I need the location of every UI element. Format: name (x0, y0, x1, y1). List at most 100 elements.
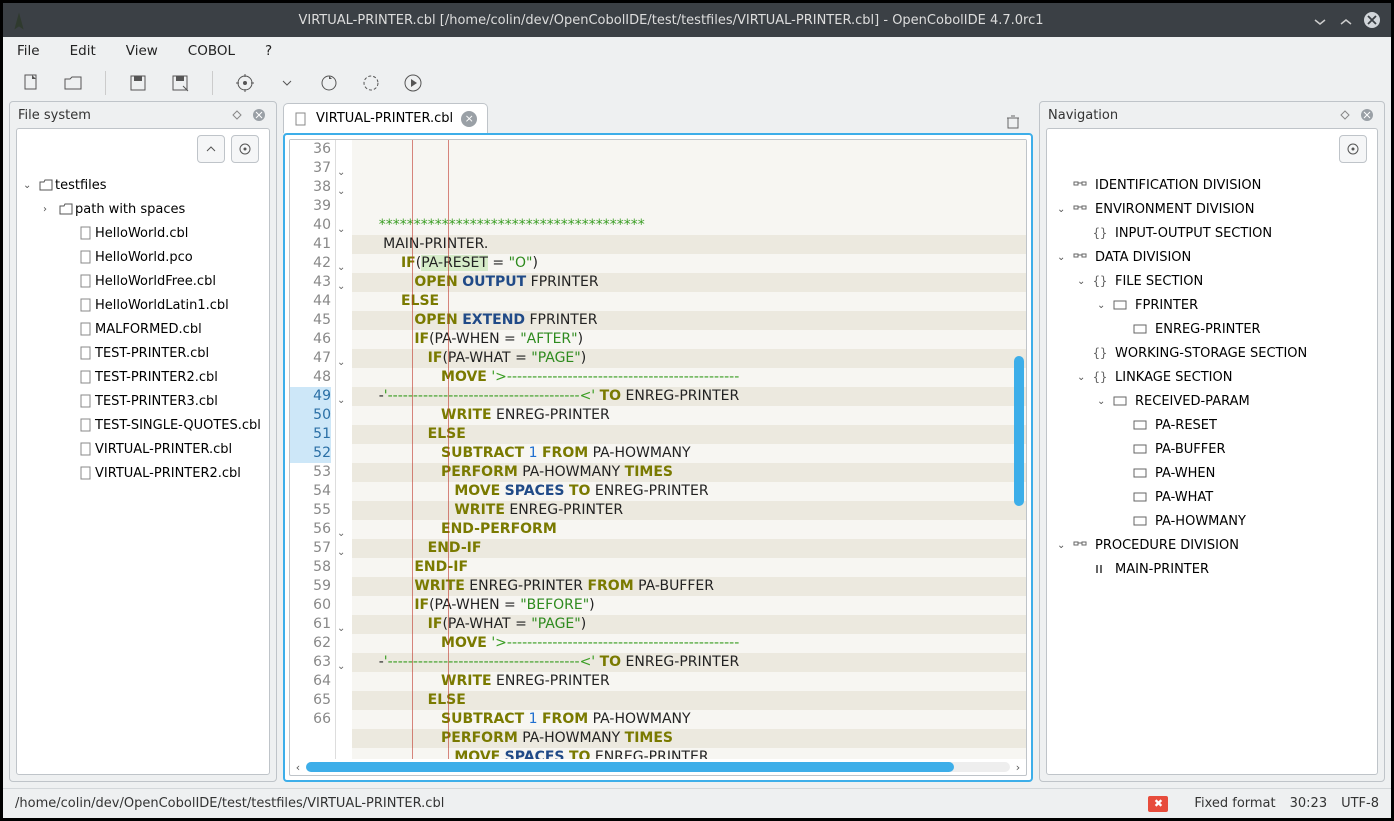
scrollbar-thumb[interactable] (1014, 356, 1024, 506)
tree-file[interactable]: MALFORMED.cbl (19, 317, 267, 341)
tree-file[interactable]: TEST-PRINTER3.cbl (19, 389, 267, 413)
chevron-down-icon[interactable]: ⌄ (1057, 204, 1071, 215)
horizontal-scrollbar[interactable]: ‹ › (290, 759, 1026, 775)
tree-file[interactable]: VIRTUAL-PRINTER2.cbl (19, 461, 267, 485)
chevron-down-icon[interactable]: ⌄ (1057, 540, 1071, 551)
nav-item[interactable]: PA-RESET (1049, 413, 1375, 437)
minimize-button[interactable] (1309, 9, 1331, 31)
code-editor[interactable]: 3637383940414243444546474849505152535455… (283, 133, 1033, 782)
panel-float-button[interactable] (228, 106, 246, 124)
fold-toggle-icon[interactable]: ⌄ (337, 524, 349, 536)
tree-file[interactable]: VIRTUAL-PRINTER.cbl (19, 437, 267, 461)
nav-item[interactable]: ⌄ PROCEDURE DIVISION (1049, 533, 1375, 557)
nav-item[interactable]: PA-HOWMANY (1049, 509, 1375, 533)
nav-item[interactable]: ⌄{}FILE SECTION (1049, 269, 1375, 293)
fold-toggle-icon[interactable]: ⌄ (337, 353, 349, 365)
clean-button[interactable] (359, 71, 383, 95)
editor-tab[interactable]: VIRTUAL-PRINTER.cbl × (283, 103, 488, 133)
tree-file[interactable]: TEST-PRINTER.cbl (19, 341, 267, 365)
nav-label: PROCEDURE DIVISION (1095, 538, 1239, 553)
run-button[interactable] (401, 71, 425, 95)
maximize-button[interactable] (1335, 9, 1357, 31)
chevron-down-icon[interactable]: ⌄ (1077, 372, 1091, 383)
tree-label: HelloWorldLatin1.cbl (95, 298, 229, 313)
file-icon (77, 298, 95, 312)
rebuild-button[interactable] (317, 71, 341, 95)
fold-column[interactable]: ⌄ ⌄ ⌄ ⌄ ⌄ ⌄ ⌄ ⌄ ⌄ ⌄ ⌄ (336, 140, 352, 759)
scroll-left-icon[interactable]: ‹ (290, 759, 306, 775)
panel-close-button[interactable] (1358, 106, 1376, 124)
file-icon (77, 346, 95, 360)
tree-file[interactable]: HelloWorldLatin1.cbl (19, 293, 267, 317)
fold-toggle-icon[interactable]: ⌄ (337, 163, 349, 175)
nav-item[interactable]: {}INPUT-OUTPUT SECTION (1049, 221, 1375, 245)
chevron-down-icon[interactable]: ⌄ (1057, 252, 1071, 263)
nav-label: WORKING-STORAGE SECTION (1115, 346, 1307, 361)
tree-file[interactable]: HelloWorld.pco (19, 245, 267, 269)
sync-target-button[interactable] (231, 135, 259, 163)
nav-kind-icon (1131, 492, 1149, 502)
nav-item[interactable]: ⌄DATA DIVISION (1049, 245, 1375, 269)
nav-item[interactable]: ⌄RECEIVED-PARAM (1049, 389, 1375, 413)
nav-item[interactable]: MAIN-PRINTER (1049, 557, 1375, 581)
nav-item[interactable]: ⌄FPRINTER (1049, 293, 1375, 317)
status-format[interactable]: Fixed format (1194, 796, 1275, 811)
status-encoding[interactable]: UTF-8 (1341, 796, 1379, 811)
code-content[interactable]: ************************************** M… (352, 140, 1026, 759)
file-tree[interactable]: ⌄ testfiles › path with spaces HelloWorl… (17, 169, 269, 489)
tree-file[interactable]: TEST-SINGLE-QUOTES.cbl (19, 413, 267, 437)
fold-toggle-icon[interactable]: ⌄ (337, 220, 349, 232)
save-button[interactable] (126, 71, 150, 95)
nav-item[interactable]: PA-BUFFER (1049, 437, 1375, 461)
file-icon (77, 274, 95, 288)
fold-toggle-icon[interactable]: ⌄ (337, 543, 349, 555)
tab-close-button[interactable]: × (461, 111, 477, 127)
nav-item[interactable]: PA-WHAT (1049, 485, 1375, 509)
tab-trash-button[interactable] (1001, 109, 1025, 133)
new-file-button[interactable] (19, 71, 43, 95)
menu-help[interactable]: ? (259, 41, 278, 61)
navigation-tree[interactable]: IDENTIFICATION DIVISION⌄ENVIRONMENT DIVI… (1047, 169, 1377, 585)
panel-close-button[interactable] (250, 106, 268, 124)
menu-cobol[interactable]: COBOL (182, 41, 241, 61)
file-icon (77, 394, 95, 408)
tree-folder[interactable]: › path with spaces (19, 197, 267, 221)
nav-item[interactable]: ENREG-PRINTER (1049, 317, 1375, 341)
menu-view[interactable]: View (120, 41, 164, 61)
nav-item[interactable]: ⌄{}LINKAGE SECTION (1049, 365, 1375, 389)
open-file-button[interactable] (61, 71, 85, 95)
collapse-up-button[interactable] (197, 135, 225, 163)
scrollbar-thumb[interactable] (306, 762, 954, 772)
tree-file[interactable]: TEST-PRINTER2.cbl (19, 365, 267, 389)
save-as-button[interactable] (168, 71, 192, 95)
fold-toggle-icon[interactable]: ⌄ (337, 277, 349, 289)
close-button[interactable] (1361, 9, 1383, 31)
chevron-down-icon[interactable]: ⌄ (1077, 276, 1091, 287)
build-dropdown[interactable] (275, 71, 299, 95)
fold-toggle-icon[interactable]: ⌄ (337, 258, 349, 270)
sync-target-button[interactable] (1339, 135, 1367, 163)
menu-file[interactable]: File (11, 41, 46, 61)
tree-file[interactable]: HelloWorld.cbl (19, 221, 267, 245)
vertical-scrollbar[interactable] (1014, 146, 1024, 739)
chevron-down-icon[interactable]: ⌄ (1097, 396, 1111, 407)
nav-item[interactable]: IDENTIFICATION DIVISION (1049, 173, 1375, 197)
fold-toggle-icon[interactable]: ⌄ (337, 391, 349, 403)
nav-item[interactable]: ⌄ENVIRONMENT DIVISION (1049, 197, 1375, 221)
tree-file[interactable]: HelloWorldFree.cbl (19, 269, 267, 293)
fold-toggle-icon[interactable]: ⌄ (337, 182, 349, 194)
scroll-right-icon[interactable]: › (1010, 759, 1026, 775)
fold-toggle-icon[interactable]: ⌄ (337, 657, 349, 669)
nav-item[interactable]: PA-WHEN (1049, 461, 1375, 485)
nav-item[interactable]: {}WORKING-STORAGE SECTION (1049, 341, 1375, 365)
toolbar (3, 65, 1391, 101)
tree-folder-root[interactable]: ⌄ testfiles (19, 173, 267, 197)
menu-edit[interactable]: Edit (64, 41, 102, 61)
panel-float-button[interactable] (1336, 106, 1354, 124)
chevron-down-icon[interactable]: ⌄ (1097, 300, 1111, 311)
build-button[interactable] (233, 71, 257, 95)
fold-toggle-icon[interactable]: ⌄ (337, 619, 349, 631)
line-number-gutter[interactable]: 3637383940414243444546474849505152535455… (290, 140, 336, 759)
nav-kind-icon: {} (1091, 226, 1109, 240)
error-indicator-icon[interactable]: ✖ (1148, 796, 1168, 812)
